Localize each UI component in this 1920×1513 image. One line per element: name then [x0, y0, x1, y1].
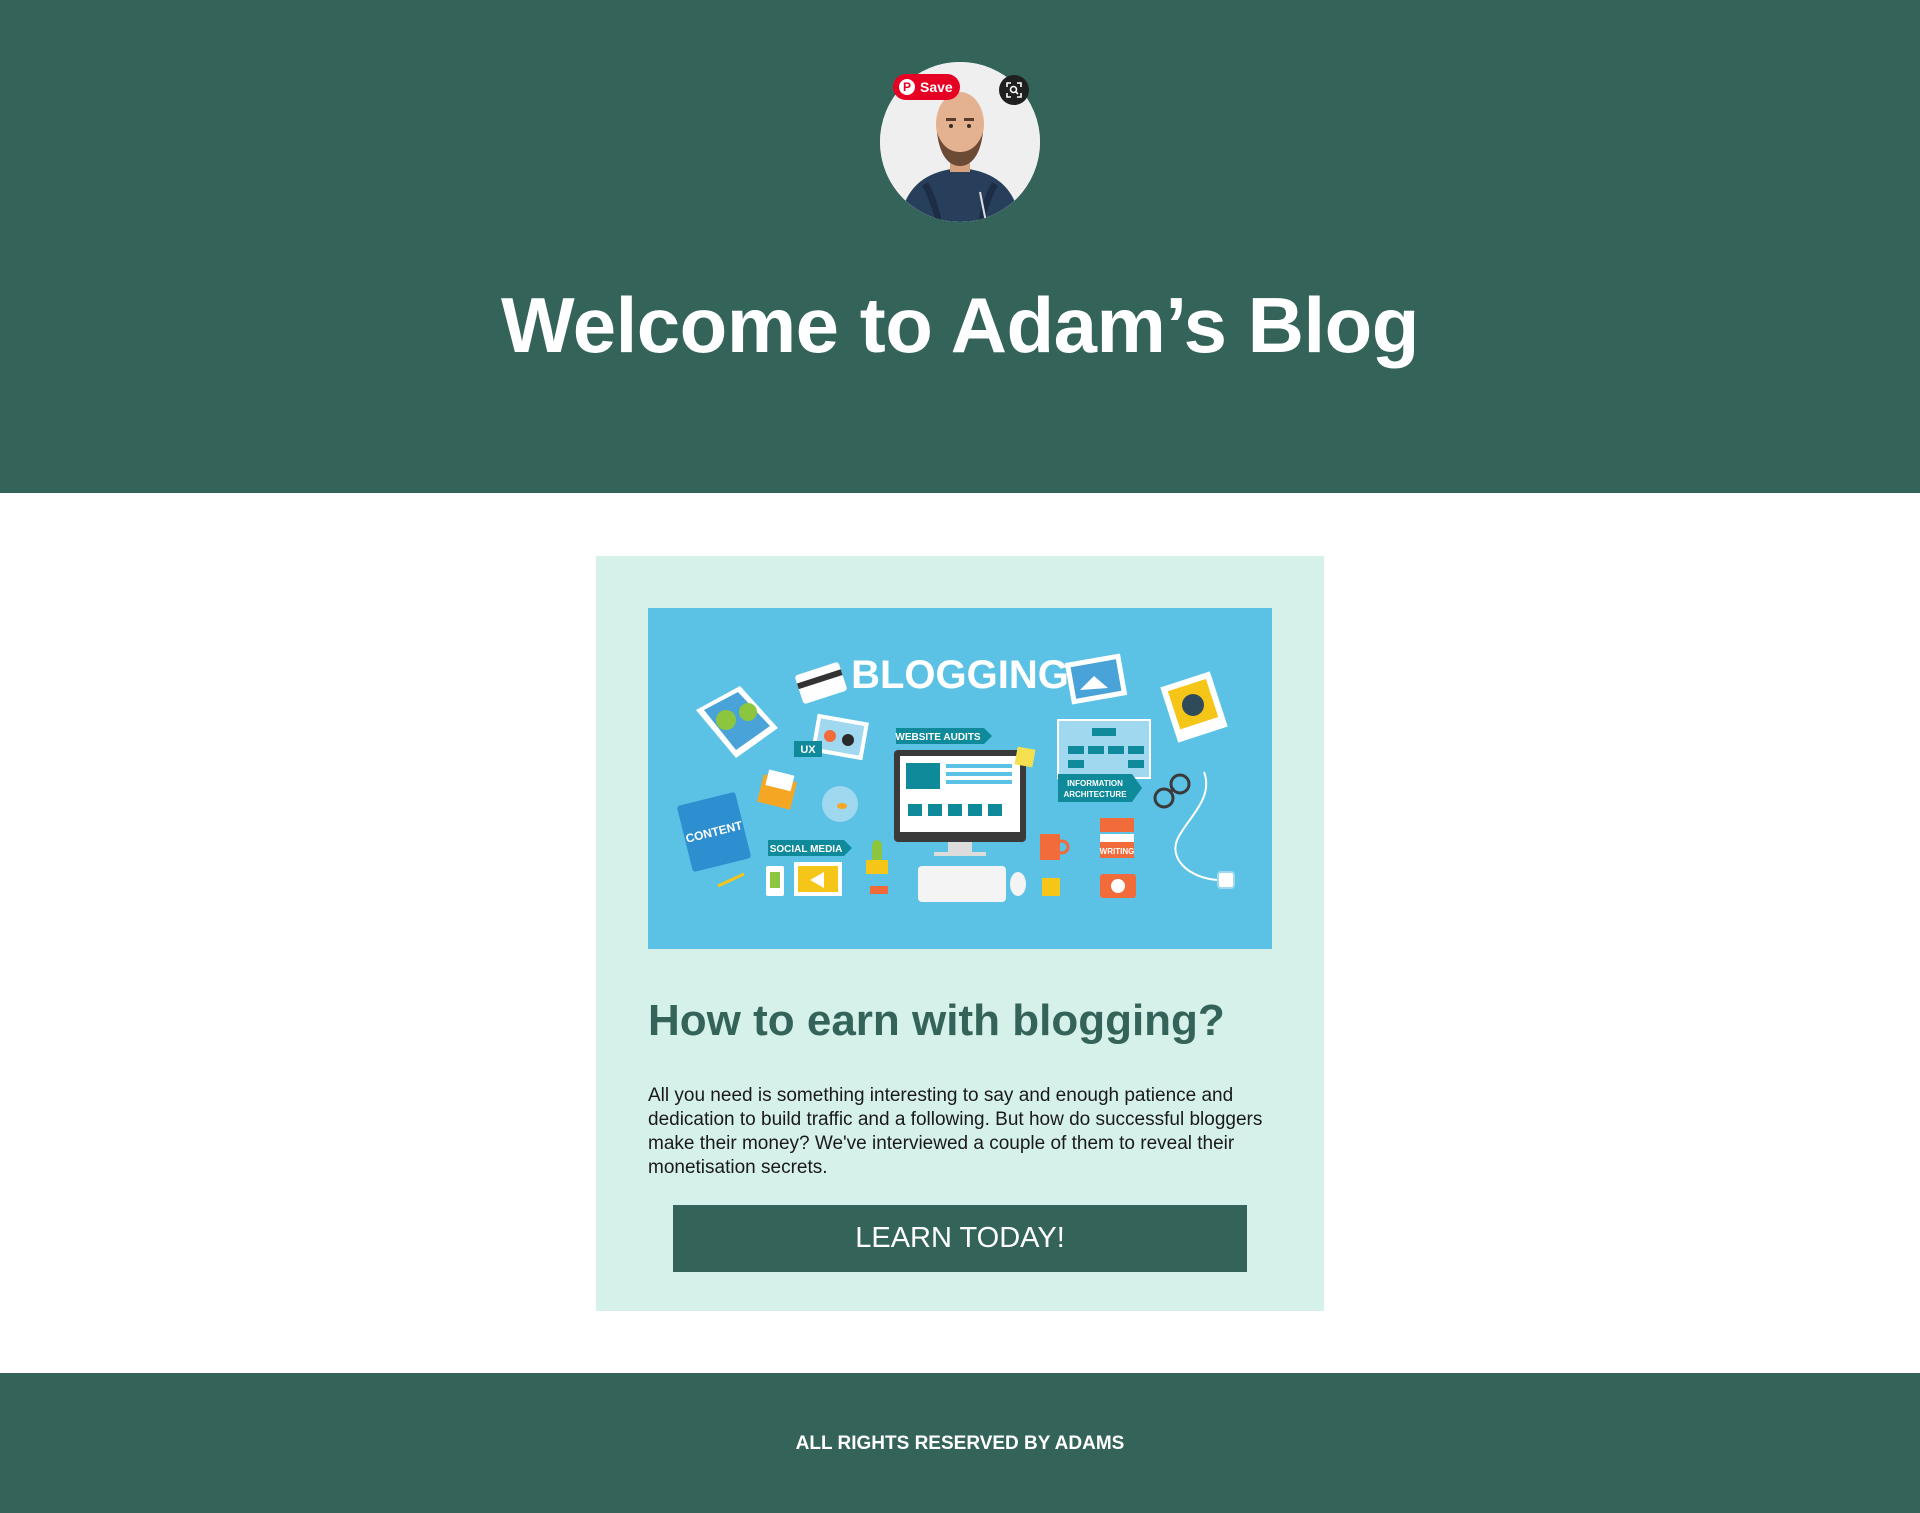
blogging-illustration: BLOGGING UX WEBSITE AUDITS INFORMATION A… — [648, 608, 1272, 949]
writing-books-icon — [1100, 818, 1134, 832]
footer-copyright: ALL RIGHTS RESERVED BY ADAMS — [795, 1433, 1125, 1454]
visual-search-button[interactable] — [999, 75, 1029, 105]
monitor-icon — [894, 750, 1026, 856]
sitemap-icon — [1057, 719, 1151, 779]
post-heading: How to earn with blogging? — [648, 996, 1225, 1045]
mouse-icon — [1010, 872, 1026, 896]
eraser-icon — [870, 886, 888, 894]
ux-label: UX — [800, 744, 816, 756]
sticky-note-icon — [1014, 746, 1036, 768]
post-excerpt: All you need is something interesting to… — [648, 1085, 1263, 1178]
page-title: Welcome to Adam’s Blog — [501, 281, 1419, 369]
page-footer: ALL RIGHTS RESERVED BY ADAMS — [0, 1373, 1920, 1513]
info-arch-label-1: INFORMATION — [1067, 779, 1123, 788]
website-audits-label: WEBSITE AUDITS — [895, 732, 981, 743]
camera-small-icon — [1217, 871, 1235, 889]
pinterest-icon: P — [899, 79, 915, 95]
illustration-title: BLOGGING — [851, 653, 1069, 697]
pinterest-save-label: Save — [920, 79, 953, 95]
visual-search-icon — [1006, 82, 1022, 98]
pinterest-save-button[interactable]: P Save — [893, 74, 960, 100]
hero-header: P Save Welcome to Adam’s Blog — [0, 0, 1920, 493]
learn-today-button[interactable]: LEARN TODAY! — [673, 1205, 1247, 1272]
keyboard-icon — [918, 866, 1006, 902]
social-media-label: SOCIAL MEDIA — [770, 844, 843, 855]
writing-label: WRITING — [1100, 847, 1135, 856]
blogging-illustration-art: BLOGGING UX WEBSITE AUDITS INFORMATION A… — [648, 608, 1272, 949]
note-cube-icon — [1042, 878, 1060, 896]
info-arch-label-2: ARCHITECTURE — [1063, 790, 1127, 799]
blog-post-card: BLOGGING UX WEBSITE AUDITS INFORMATION A… — [596, 556, 1324, 1311]
